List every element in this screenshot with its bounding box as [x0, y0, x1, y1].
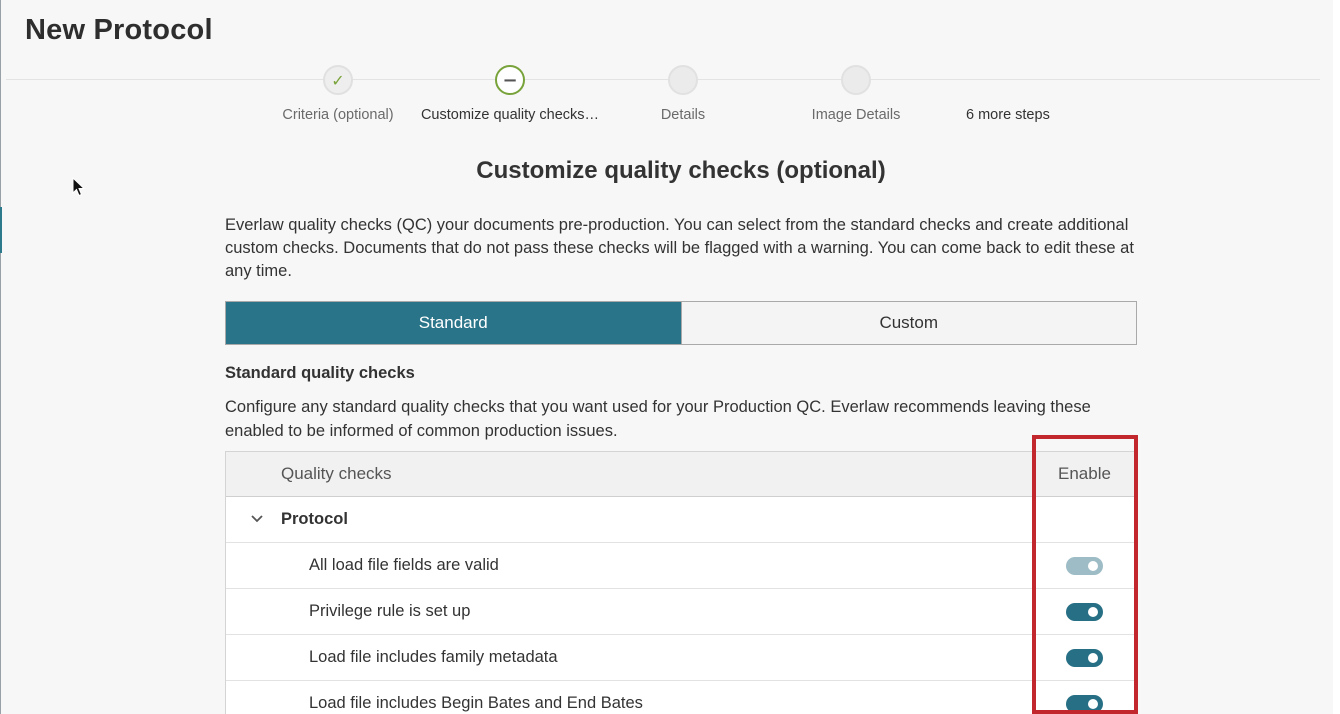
check-label: Load file includes family metadata — [309, 648, 558, 666]
check-label: Privilege rule is set up — [309, 602, 471, 620]
minus-icon: − — [495, 65, 525, 95]
chevron-down-icon[interactable] — [250, 512, 264, 526]
group-row-protocol[interactable]: Protocol — [226, 497, 1136, 543]
enable-toggle[interactable] — [1066, 649, 1103, 667]
standard-checks-heading: Standard quality checks — [225, 364, 415, 382]
step-label: Customize quality checks… — [420, 107, 600, 123]
group-label: Protocol — [281, 510, 348, 528]
table-row: All load file fields are valid — [226, 543, 1136, 589]
step-indicator — [841, 65, 871, 95]
table-row: Load file includes family metadata — [226, 635, 1136, 681]
tab-custom[interactable]: Custom — [680, 302, 1136, 344]
standard-checks-description: Configure any standard quality checks th… — [225, 398, 1091, 440]
more-steps-link[interactable]: 6 more steps — [966, 107, 1050, 123]
step-label: Image Details — [811, 107, 901, 123]
step-label: Details — [660, 107, 706, 123]
qc-type-toggle: Standard Custom — [225, 301, 1137, 345]
table-header: Quality checks Enable — [226, 451, 1136, 497]
mouse-cursor-icon — [72, 177, 86, 197]
intro-text: Everlaw quality checks (QC) your documen… — [225, 216, 1134, 280]
enable-column-highlight-bottom — [1032, 710, 1138, 714]
step-label: Criteria (optional) — [282, 107, 394, 123]
left-accent-bar — [0, 207, 2, 253]
page-title: New Protocol — [25, 14, 213, 46]
enable-toggle[interactable] — [1066, 557, 1103, 575]
toggle-knob — [1088, 699, 1098, 709]
new-protocol-page: New Protocol ✓ Criteria (optional) − Cus… — [0, 0, 1340, 714]
section-title: Customize quality checks (optional) — [476, 157, 886, 184]
toggle-knob — [1088, 561, 1098, 571]
check-label: All load file fields are valid — [309, 556, 499, 574]
table-row: Load file includes Begin Bates and End B… — [226, 681, 1136, 714]
table-row: Privilege rule is set up — [226, 589, 1136, 635]
checkmark-icon: ✓ — [323, 65, 353, 95]
header-divider — [6, 79, 1320, 80]
enable-toggle[interactable] — [1066, 603, 1103, 621]
column-header-quality-checks: Quality checks — [281, 464, 392, 483]
check-label: Load file includes Begin Bates and End B… — [309, 694, 643, 712]
quality-checks-table: Quality checks Enable Protocol All load … — [225, 451, 1137, 714]
column-header-enable: Enable — [1058, 464, 1111, 483]
toggle-knob — [1088, 607, 1098, 617]
step-indicator — [668, 65, 698, 95]
toggle-knob — [1088, 653, 1098, 663]
tab-standard[interactable]: Standard — [226, 302, 681, 344]
left-border — [0, 0, 1, 714]
right-gutter — [1333, 0, 1340, 714]
